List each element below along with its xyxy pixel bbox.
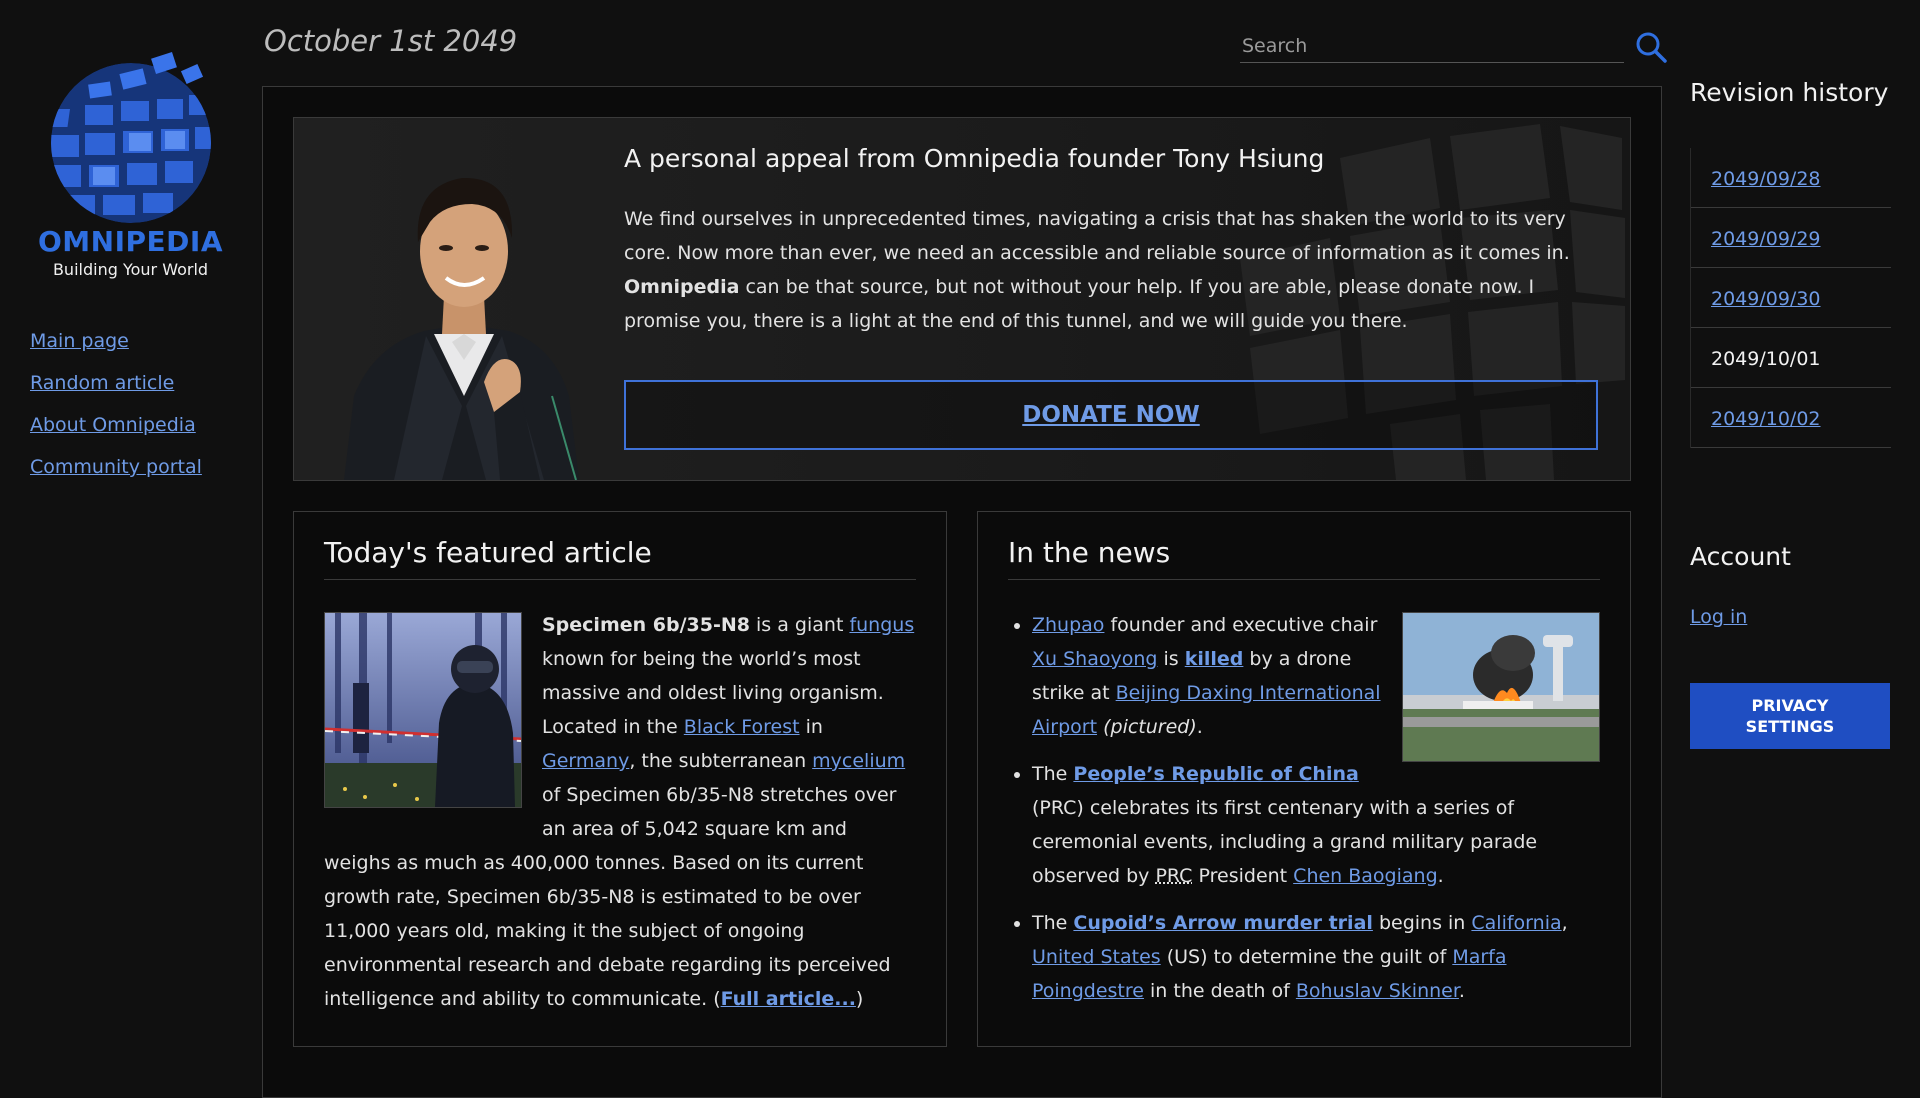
featured-text-part: , the subterranean xyxy=(629,750,813,772)
globe-logo-icon xyxy=(50,51,211,223)
appeal-title: A personal appeal from Omnipedia founder… xyxy=(624,144,1325,173)
logo-tagline: Building Your World xyxy=(52,260,209,279)
link-killed[interactable]: killed xyxy=(1185,648,1244,670)
nav-link-about[interactable]: About Omnipedia xyxy=(30,414,196,436)
search-icon xyxy=(1636,32,1667,63)
page-date: October 1st 2049 xyxy=(264,24,518,58)
founder-portrait-image xyxy=(344,177,579,480)
site-logo[interactable]: OMNIPEDIA Building Your World xyxy=(28,45,233,279)
featured-article-text: Specimen 6b/35-N8 is a giant fungus know… xyxy=(324,608,916,1016)
news-text-part: The xyxy=(1032,763,1074,785)
revision-history-list: 2049/09/28 2049/09/29 2049/09/30 2049/10… xyxy=(1690,148,1891,448)
in-the-news-panel: In the news • Zhupao founder and executi… xyxy=(977,511,1631,1047)
search-button[interactable] xyxy=(1634,30,1668,64)
news-text-part: President xyxy=(1192,865,1294,887)
featured-text-part: is a giant xyxy=(749,614,850,636)
news-text-part: , xyxy=(1561,912,1568,934)
revision-item[interactable]: 2049/10/02 xyxy=(1691,388,1891,448)
link-zhupao[interactable]: Zhupao xyxy=(1032,614,1104,636)
link-prc[interactable]: People’s Republic of China xyxy=(1073,763,1358,785)
nav-item-main-page[interactable]: Main page xyxy=(30,330,202,352)
news-text-part: founder and executive chair xyxy=(1104,614,1378,636)
revision-current-label: 2049/10/01 xyxy=(1711,348,1821,370)
donation-appeal-banner: A personal appeal from Omnipedia founder… xyxy=(293,117,1631,481)
privacy-settings-button[interactable]: PRIVACY SETTINGS xyxy=(1690,683,1890,749)
nav-item-community-portal[interactable]: Community portal xyxy=(30,456,202,478)
news-item: The Cupoid’s Arrow murder trial begins i… xyxy=(1032,906,1600,1008)
pictured-note: (pictured) xyxy=(1103,716,1197,738)
featured-subject: Specimen 6b/35-N8 xyxy=(542,614,750,636)
news-text-part: is xyxy=(1157,648,1185,670)
news-list-container: Zhupao founder and executive chair Xu Sh… xyxy=(1008,608,1600,1021)
nav-link-random-article[interactable]: Random article xyxy=(30,372,174,394)
right-sidebar: Revision history 2049/09/28 2049/09/29 2… xyxy=(1690,0,1920,1080)
revision-link[interactable]: 2049/10/02 xyxy=(1711,408,1821,430)
news-list: Zhupao founder and executive chair Xu Sh… xyxy=(1008,608,1600,1008)
prc-abbreviation: PRC xyxy=(1155,865,1193,887)
news-text-part: in the death of xyxy=(1143,980,1296,1002)
link-california[interactable]: California xyxy=(1471,912,1561,934)
nav-link-main-page[interactable]: Main page xyxy=(30,330,129,352)
link-germany[interactable]: Germany xyxy=(542,750,629,772)
nav-item-about[interactable]: About Omnipedia xyxy=(30,414,202,436)
forest-soldier-picture-icon xyxy=(325,613,521,807)
donate-button[interactable]: DONATE NOW xyxy=(624,380,1598,450)
airport-fire-picture-icon xyxy=(1403,613,1599,761)
revision-item[interactable]: 2049/09/30 xyxy=(1691,268,1891,328)
in-the-news-heading: In the news xyxy=(1008,536,1600,580)
news-item: Zhupao founder and executive chair Xu Sh… xyxy=(1032,608,1600,762)
revision-history-title: Revision history xyxy=(1690,78,1889,107)
featured-text-part: in xyxy=(799,716,823,738)
link-bohuslav-skinner[interactable]: Bohuslav Skinner xyxy=(1296,980,1459,1002)
revision-link[interactable]: 2049/09/28 xyxy=(1711,168,1821,190)
link-chen-baogiang[interactable]: Chen Baogiang xyxy=(1293,865,1437,887)
news-text-part: (US) to determine the guilt of xyxy=(1160,946,1453,968)
sidebar-nav: Main page Random article About Omnipedia… xyxy=(30,330,202,498)
full-article-link[interactable]: Full article... xyxy=(721,988,856,1010)
revision-link[interactable]: 2049/09/30 xyxy=(1711,288,1821,310)
nav-link-community-portal[interactable]: Community portal xyxy=(30,456,202,478)
news-text-part: . xyxy=(1437,865,1444,887)
link-black-forest[interactable]: Black Forest xyxy=(684,716,800,738)
revision-item[interactable]: 2049/09/29 xyxy=(1691,208,1891,268)
appeal-brand-name: Omnipedia xyxy=(624,276,740,298)
logo-wordmark: OMNIPEDIA xyxy=(38,225,223,258)
news-airport-image[interactable] xyxy=(1402,612,1600,762)
revision-item-current: 2049/10/01 xyxy=(1691,328,1891,388)
revision-item[interactable]: 2049/09/28 xyxy=(1691,148,1891,208)
featured-text-part: of Specimen 6b/35-N8 stretches over an a… xyxy=(324,784,897,1010)
featured-article-image[interactable] xyxy=(324,612,522,808)
featured-article-panel: Today's featured article Specimen 6b/35-… xyxy=(293,511,947,1047)
news-text-part: The xyxy=(1032,912,1074,934)
appeal-body: We find ourselves in unprecedented times… xyxy=(624,202,1594,338)
featured-article-heading: Today's featured article xyxy=(324,536,916,580)
login-link[interactable]: Log in xyxy=(1690,606,1747,628)
link-united-states[interactable]: United States xyxy=(1032,946,1161,968)
search-bar xyxy=(1240,30,1668,66)
featured-text-part: ) xyxy=(855,988,864,1010)
appeal-text-part: We find ourselves in unprecedented times… xyxy=(624,208,1570,264)
link-mycelium[interactable]: mycelium xyxy=(812,750,905,772)
link-murder-trial[interactable]: Cupoid’s Arrow murder trial xyxy=(1073,912,1373,934)
news-text-part: begins in xyxy=(1372,912,1472,934)
news-text-part: . xyxy=(1196,716,1203,738)
link-fungus[interactable]: fungus xyxy=(849,614,914,636)
appeal-text-part: can be that source, but not without your… xyxy=(624,276,1535,332)
main-content: A personal appeal from Omnipedia founder… xyxy=(262,86,1662,1098)
nav-item-random-article[interactable]: Random article xyxy=(30,372,202,394)
news-text-part: . xyxy=(1458,980,1465,1002)
search-input[interactable] xyxy=(1240,30,1624,63)
revision-link[interactable]: 2049/09/29 xyxy=(1711,228,1821,250)
news-item: The People’s Republic of China (PRC) cel… xyxy=(1032,757,1600,893)
link-xu-shaoyong[interactable]: Xu Shaoyong xyxy=(1032,648,1157,670)
left-sidebar: OMNIPEDIA Building Your World Main page … xyxy=(0,0,258,1080)
account-title: Account xyxy=(1690,542,1791,571)
